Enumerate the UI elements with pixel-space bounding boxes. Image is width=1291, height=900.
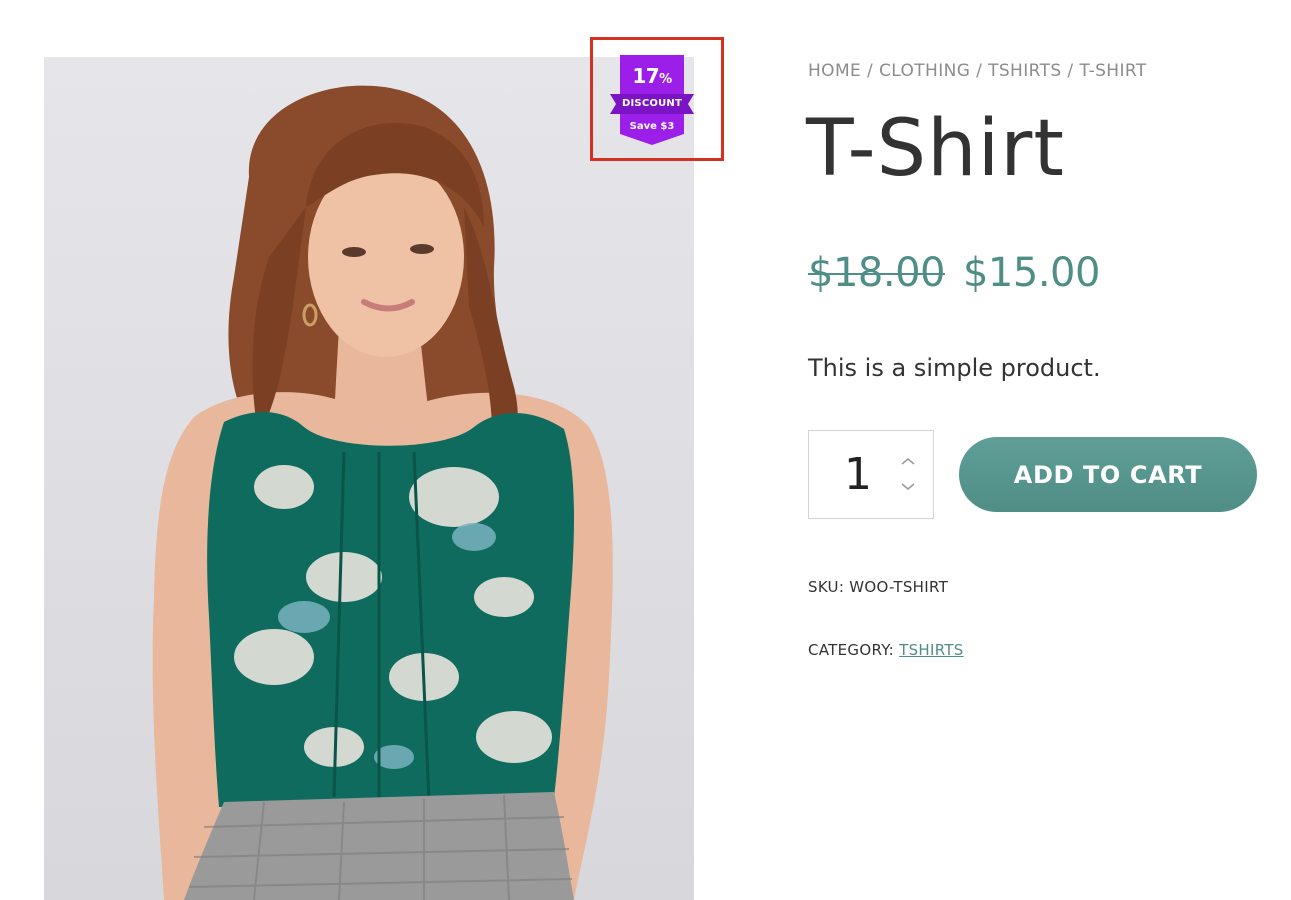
product-image[interactable] [44, 57, 694, 900]
badge-save-text: Save $3 [629, 121, 675, 132]
badge-discount-label: DISCOUNT [622, 98, 682, 109]
product-page: 17% DISCOUNT Save $3 HOME / CLOTHING / T… [0, 0, 1291, 900]
breadcrumb-clothing[interactable]: CLOTHING [879, 61, 970, 81]
sku-label: SKU: [808, 578, 845, 596]
chevron-down-icon[interactable] [899, 479, 917, 493]
category-label: CATEGORY: [808, 641, 895, 659]
product-sku: SKU: WOO-TSHIRT [808, 578, 948, 596]
discount-badge: 17% DISCOUNT Save $3 [610, 55, 694, 145]
product-category: CATEGORY: TSHIRTS [808, 641, 964, 659]
badge-percent-sign: % [659, 72, 672, 87]
quantity-value[interactable]: 1 [833, 449, 883, 500]
sku-value: WOO-TSHIRT [849, 578, 949, 596]
breadcrumb-separator: / [861, 61, 879, 81]
breadcrumb-current: T-SHIRT [1079, 61, 1147, 81]
short-description: This is a simple product. [808, 354, 1101, 382]
breadcrumb-separator: / [1061, 61, 1080, 81]
chevron-up-icon[interactable] [899, 455, 917, 469]
sale-price: $15.00 [962, 250, 1100, 296]
product-price: $18.00 $15.00 [808, 250, 1100, 296]
badge-percent-value: 17 [632, 64, 660, 88]
product-title: T-Shirt [806, 104, 1065, 194]
regular-price: $18.00 [808, 250, 945, 296]
breadcrumb-home[interactable]: HOME [808, 61, 861, 81]
breadcrumb: HOME / CLOTHING / TSHIRTS / T-SHIRT [808, 61, 1147, 81]
breadcrumb-tshirts[interactable]: TSHIRTS [988, 61, 1062, 81]
category-link[interactable]: TSHIRTS [899, 641, 964, 659]
quantity-stepper[interactable]: 1 [808, 430, 934, 519]
breadcrumb-separator: / [970, 61, 989, 81]
add-to-cart-button[interactable]: ADD TO CART [959, 437, 1257, 512]
badge-percent: 17% [610, 64, 694, 88]
model-photo [152, 85, 613, 900]
